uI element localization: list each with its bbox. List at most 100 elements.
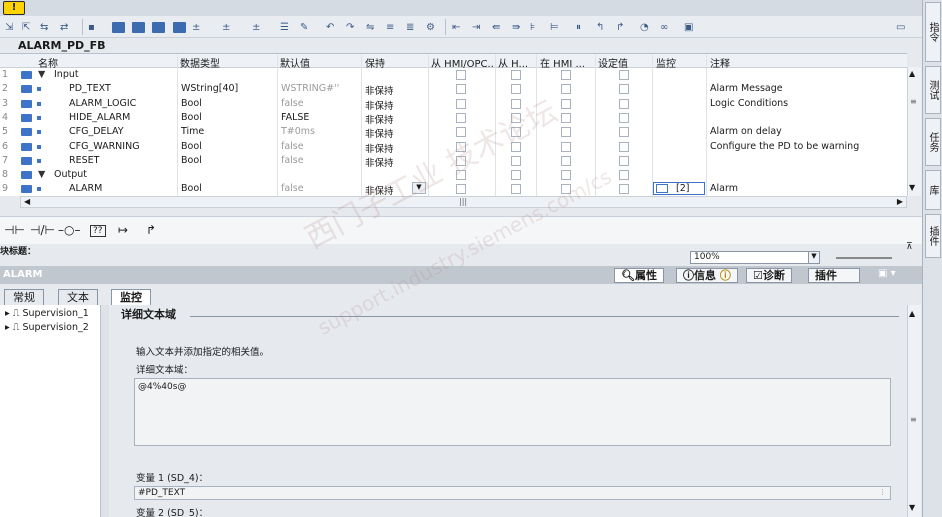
outdent-icon[interactable]: ⇥ (472, 20, 480, 34)
tab-info[interactable]: ⓘ信息 ⓘ (676, 268, 738, 283)
comment-icon[interactable]: ⇚ (492, 20, 500, 34)
uncomment-icon[interactable]: ⇛ (512, 20, 520, 34)
align2-icon[interactable]: ⊨ (550, 20, 559, 34)
top-strip: ! (0, 0, 922, 16)
tree-expand-icon[interactable]: ▸ (5, 322, 13, 333)
edit-icon[interactable]: ✎ (300, 20, 308, 34)
sidetab-tasks[interactable]: 任务 (925, 118, 941, 166)
zoom-slider[interactable] (836, 257, 892, 259)
copy-icon[interactable]: ⇄ (60, 20, 68, 34)
tab-diagnostics[interactable]: ☑诊断 (746, 268, 792, 283)
zoom-dropdown-icon[interactable]: ▼ (808, 252, 819, 263)
scroll-grip-icon[interactable]: ≡ (910, 97, 917, 106)
align-icon[interactable]: ⊧ (530, 20, 535, 34)
expand-arrow-icon[interactable]: ▼ (38, 169, 45, 180)
coil-icon[interactable]: –○– (58, 223, 80, 237)
filter-icon[interactable]: ≡ (386, 20, 394, 34)
interface-icon (21, 71, 32, 79)
sidetab-instructions[interactable]: 指令 (925, 2, 941, 62)
interface-icon (21, 171, 32, 180)
sidetab-testing[interactable]: 测试 (925, 66, 941, 114)
collapse-icon[interactable]: ± (222, 20, 230, 34)
view4-icon[interactable] (173, 22, 186, 33)
hscroll-grip-icon[interactable]: ||| (459, 197, 467, 206)
compare-icon[interactable]: ⇋ (366, 20, 374, 34)
indent-icon[interactable]: ⇤ (452, 20, 460, 34)
zoom-select[interactable]: 100% (690, 251, 820, 264)
table-row[interactable]: 5 CFG_DELAY Time T#0ms 非保持 Alarm on dela… (0, 125, 907, 140)
tab-text[interactable]: 文本 (58, 289, 98, 306)
delete-row-icon[interactable]: ⇆ (40, 20, 48, 34)
table-horizontal-scrollbar[interactable]: ◀ ||| ▶ (20, 196, 907, 208)
no-contact-icon[interactable]: ⊣⊢ (4, 223, 25, 237)
scroll-left-icon[interactable]: ◀ (24, 197, 30, 206)
scroll-up-icon[interactable]: ▲ (909, 69, 915, 78)
tree-item[interactable]: ▸ ⎍ Supervision_2 (5, 322, 89, 333)
row-name[interactable]: Input (54, 69, 79, 80)
table-row[interactable]: 6 CFG_WARNING Bool false 非保持 Configure t… (0, 140, 907, 155)
tab-general[interactable]: 常规 (4, 289, 44, 306)
scroll-grip-icon[interactable]: ≡ (910, 415, 917, 424)
list-icon[interactable]: ☰ (280, 20, 289, 34)
view3-icon[interactable] (152, 22, 165, 33)
diag-icon: ☑ (753, 269, 763, 282)
panel-controls-icon[interactable]: ▣ ▾ (878, 268, 896, 279)
table-row[interactable]: 8 ▼ Output (0, 168, 907, 182)
view-icon[interactable] (112, 22, 125, 33)
network-title: 块标题： (0, 247, 37, 257)
scroll-down-icon[interactable]: ▼ (909, 503, 915, 512)
interface-icon (21, 142, 32, 151)
table-vertical-scrollbar[interactable]: ▲ ≡ ▼ (907, 67, 921, 196)
table-row[interactable]: 1 ▼ Input (0, 68, 907, 82)
step2-icon[interactable]: ↱ (616, 20, 624, 34)
tree-item[interactable]: ▸ ⎍ Supervision_1 (5, 308, 89, 319)
interface-icon (21, 85, 32, 94)
lock-icon[interactable]: ▣ (684, 20, 693, 34)
expand-arrow-icon[interactable]: ▼ (38, 69, 45, 80)
detail-text-field[interactable]: @4%40s@ (134, 378, 891, 446)
nc-contact-icon[interactable]: ⊣/⊢ (30, 223, 55, 237)
link-icon[interactable]: ↷ (346, 20, 354, 34)
interface-table: 名称 数据类型 默认值 保持 从 HMI/OPC... 从 H... 在 HMI… (0, 53, 907, 197)
insert-row-icon[interactable]: ⇲ (5, 20, 13, 34)
expand-icon[interactable]: ± (192, 20, 200, 34)
retain-dropdown-icon[interactable]: ▼ (412, 182, 426, 195)
panel-scrollbar[interactable]: ▲ ≡ ▼ (907, 305, 921, 517)
scroll-down-icon[interactable]: ▼ (909, 183, 915, 192)
table-row[interactable]: 4 HIDE_ALARM Bool FALSE 非保持 (0, 111, 907, 126)
tab-properties[interactable]: 🔍︎属性 (614, 268, 664, 283)
supervision-icon (656, 184, 668, 194)
table-row[interactable]: 3 ALARM_LOGIC Bool false 非保持 Logic Condi… (0, 97, 907, 112)
interface-icon (21, 156, 32, 165)
pause-icon[interactable]: ⏸ (576, 20, 581, 34)
view2-icon[interactable] (132, 22, 145, 33)
window-icon[interactable]: ▭ (896, 20, 905, 34)
splitter[interactable] (101, 305, 109, 517)
goto-icon[interactable]: ↶ (326, 20, 334, 34)
close-branch-icon[interactable]: ↱ (146, 223, 156, 237)
table-row[interactable]: 9 ALARM Bool false 非保持 ▼ [2] Alarm (0, 182, 907, 197)
monitor-icon[interactable]: ◔ (640, 20, 649, 34)
tag-icon[interactable]: ≣ (406, 20, 414, 34)
step-icon[interactable]: ↰ (596, 20, 604, 34)
table-row[interactable]: 7 RESET Bool false 非保持 (0, 154, 907, 169)
sidetab-addins[interactable]: 插件 (925, 214, 941, 258)
watch-icon[interactable]: ⚙ (426, 20, 435, 34)
sidetab-libraries[interactable]: 库 (925, 170, 941, 210)
tab-plugins[interactable]: 插件 (808, 268, 860, 283)
var1-field[interactable]: #PD_TEXT (134, 486, 891, 500)
bullet-icon (37, 115, 41, 120)
warning-icon[interactable]: ! (3, 1, 25, 15)
scroll-right-icon[interactable]: ▶ (897, 197, 903, 206)
glasses-icon[interactable]: ∞ (660, 20, 668, 34)
add-row-icon[interactable]: ⇱ (22, 20, 30, 34)
network-icon[interactable]: ▪ (88, 20, 95, 34)
empty-box-icon[interactable]: ?? (90, 225, 106, 237)
open-branch-icon[interactable]: ↦ (118, 223, 128, 237)
scroll-up-icon[interactable]: ▲ (909, 309, 915, 318)
absolute-icon[interactable]: ± (252, 20, 260, 34)
zoom-fit-icon[interactable]: ⊼ (906, 242, 913, 252)
table-row[interactable]: 2 PD_TEXT WString[40] WSTRING#'' 非保持 Ala… (0, 82, 907, 97)
var1-picker-icon[interactable]: ⋮ (879, 488, 889, 498)
tree-expand-icon[interactable]: ▸ (5, 308, 13, 319)
